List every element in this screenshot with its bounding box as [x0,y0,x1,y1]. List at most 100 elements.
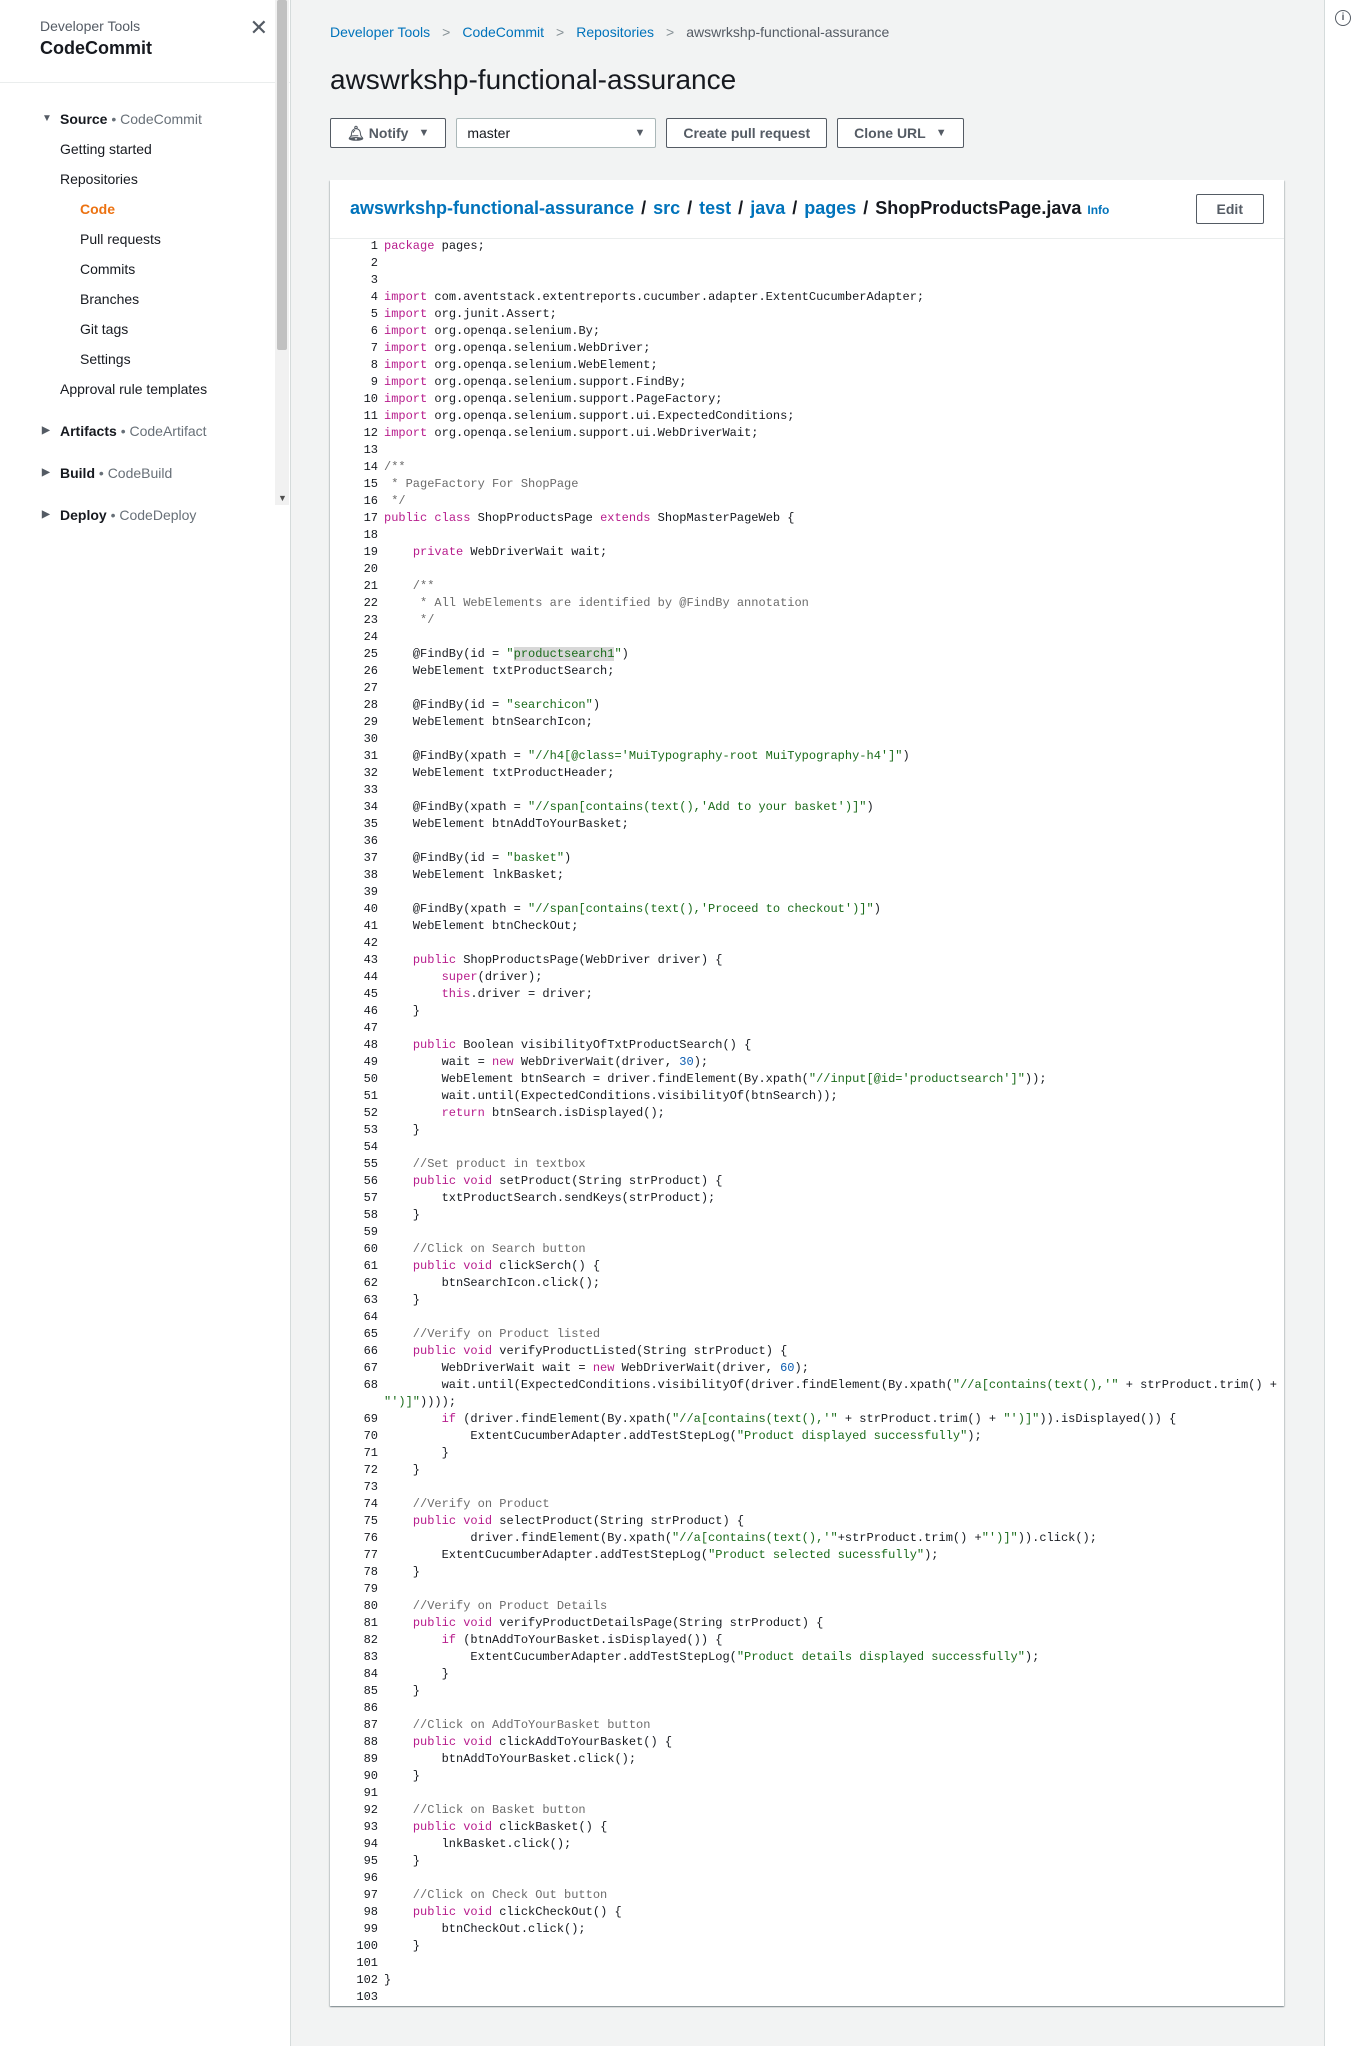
code-line[interactable]: 23 */ [330,612,1284,629]
code-line[interactable]: 43 public ShopProductsPage(WebDriver dri… [330,952,1284,969]
code-line[interactable]: 18 [330,527,1284,544]
line-number[interactable]: 34 [330,799,384,816]
sidebar-item-pull-requests[interactable]: Pull requests [0,224,274,254]
line-number[interactable]: 50 [330,1071,384,1088]
line-number[interactable]: 43 [330,952,384,969]
line-number[interactable]: 63 [330,1292,384,1309]
line-number[interactable]: 20 [330,561,384,578]
code-line[interactable]: 52 return btnSearch.isDisplayed(); [330,1105,1284,1122]
line-text[interactable]: lnkBasket.click(); [384,1836,572,1853]
line-number[interactable]: 31 [330,748,384,765]
code-line[interactable]: 57 txtProductSearch.sendKeys(strProduct)… [330,1190,1284,1207]
code-line[interactable]: 4 import com.aventstack.extentreports.cuc… [330,289,1284,306]
sidebar-section-artifacts[interactable]: ▶ Artifacts • CodeArtifact [0,416,274,446]
code-line[interactable]: 63 } [330,1292,1284,1309]
code-line[interactable]: 13 [330,442,1284,459]
line-number[interactable]: 14 [330,459,384,476]
code-line[interactable]: 44 super(driver); [330,969,1284,986]
code-line[interactable]: 69 if (driver.findElement(By.xpath("//a[… [330,1411,1284,1428]
line-number[interactable]: 61 [330,1258,384,1275]
code-line[interactable]: 80 //Verify on Product Details [330,1598,1284,1615]
line-text[interactable]: return btnSearch.isDisplayed(); [384,1105,665,1122]
info-link[interactable]: Info [1087,203,1109,217]
line-number[interactable]: 80 [330,1598,384,1615]
line-text[interactable]: public void setProduct(String strProduct… [384,1173,723,1190]
code-line[interactable]: 82 if (btnAddToYourBasket.isDisplayed())… [330,1632,1284,1649]
line-text[interactable]: WebElement txtProductSearch; [384,663,615,680]
line-text[interactable]: WebElement txtProductHeader; [384,765,615,782]
line-text[interactable]: @FindBy(xpath = "//span[contains(text(),… [384,901,881,918]
line-text[interactable]: /** [384,459,406,476]
line-number[interactable]: 58 [330,1207,384,1224]
code-line[interactable]: 7 import org.openqa.selenium.WebDriver; [330,340,1284,357]
code-line[interactable]: 48 public Boolean visibilityOfTxtProduct… [330,1037,1284,1054]
line-number[interactable]: 76 [330,1530,384,1547]
line-text[interactable]: } [384,1683,420,1700]
code-line[interactable]: 12 import org.openqa.selenium.support.ui.… [330,425,1284,442]
code-line[interactable]: 64 [330,1309,1284,1326]
sidebar-section-source[interactable]: ▼ Source • CodeCommit [0,104,274,134]
line-text[interactable]: //Click on Check Out button [384,1887,607,1904]
line-text[interactable]: ExtentCucumberAdapter.addTestStepLog("Pr… [384,1649,1039,1666]
code-line[interactable]: 81 public void verifyProductDetailsPage(… [330,1615,1284,1632]
line-number[interactable]: 99 [330,1921,384,1938]
line-text[interactable]: btnAddToYourBasket.click(); [384,1751,636,1768]
line-number[interactable]: 39 [330,884,384,901]
line-number[interactable]: 69 [330,1411,384,1428]
line-number[interactable]: 54 [330,1139,384,1156]
code-line[interactable]: 62 btnSearchIcon.click(); [330,1275,1284,1292]
line-text[interactable]: super(driver); [384,969,543,986]
line-text[interactable]: WebElement lnkBasket; [384,867,564,884]
code-line[interactable]: 75 public void selectProduct(String strP… [330,1513,1284,1530]
code-line[interactable]: 65 //Verify on Product listed [330,1326,1284,1343]
path-pages[interactable]: pages [804,198,856,218]
code-line[interactable]: 32 WebElement txtProductHeader; [330,765,1284,782]
line-number[interactable]: 71 [330,1445,384,1462]
line-text[interactable]: public void clickCheckOut() { [384,1904,622,1921]
line-number[interactable]: 51 [330,1088,384,1105]
create-pull-request-button[interactable]: Create pull request [666,118,828,148]
code-line[interactable]: 71 } [330,1445,1284,1462]
line-text[interactable]: import org.openqa.selenium.support.ui.Ex… [384,408,794,425]
code-line[interactable]: 72 } [330,1462,1284,1479]
code-line[interactable]: 91 [330,1785,1284,1802]
line-number[interactable]: 6 [330,323,384,340]
sidebar-kicker[interactable]: Developer Tools [40,18,250,34]
code-line[interactable]: 27 [330,680,1284,697]
line-number[interactable]: 18 [330,527,384,544]
code-line[interactable]: 68 wait.until(ExpectedConditions.visibil… [330,1377,1284,1411]
sidebar-item-code[interactable]: Code [0,194,274,224]
line-number[interactable]: 40 [330,901,384,918]
code-line[interactable]: 98 public void clickCheckOut() { [330,1904,1284,1921]
sidebar-item-commits[interactable]: Commits [0,254,274,284]
info-icon[interactable]: i [1335,10,1351,26]
sidebar-item-getting-started[interactable]: Getting started [0,134,274,164]
line-text[interactable]: @FindBy(id = "basket") [384,850,571,867]
code-line[interactable]: 22 * All WebElements are identified by @… [330,595,1284,612]
line-text[interactable]: import org.junit.Assert; [384,306,557,323]
line-number[interactable]: 79 [330,1581,384,1598]
line-text[interactable]: WebElement btnSearchIcon; [384,714,593,731]
code-line[interactable]: 101 [330,1955,1284,1972]
line-text[interactable]: public void clickAddToYourBasket() { [384,1734,672,1751]
line-number[interactable]: 26 [330,663,384,680]
line-number[interactable]: 28 [330,697,384,714]
line-number[interactable]: 60 [330,1241,384,1258]
code-line[interactable]: 25 @FindBy(id = "productsearch1") [330,646,1284,663]
line-number[interactable]: 22 [330,595,384,612]
line-text[interactable]: import org.openqa.selenium.By; [384,323,600,340]
line-text[interactable]: /** [384,578,435,595]
line-number[interactable]: 37 [330,850,384,867]
line-text[interactable]: private WebDriverWait wait; [384,544,607,561]
line-number[interactable]: 98 [330,1904,384,1921]
line-number[interactable]: 77 [330,1547,384,1564]
line-text[interactable]: btnCheckOut.click(); [384,1921,586,1938]
line-number[interactable]: 9 [330,374,384,391]
line-number[interactable]: 100 [330,1938,384,1955]
code-line[interactable]: 87 //Click on AddToYourBasket button [330,1717,1284,1734]
line-text[interactable]: */ [384,493,405,510]
line-text[interactable]: * All WebElements are identified by @Fin… [384,595,809,612]
code-line[interactable]: 35 WebElement btnAddToYourBasket; [330,816,1284,833]
sidebar-section-deploy[interactable]: ▶ Deploy • CodeDeploy [0,500,274,524]
sidebar-scrollbar[interactable]: ▼ [275,0,289,505]
